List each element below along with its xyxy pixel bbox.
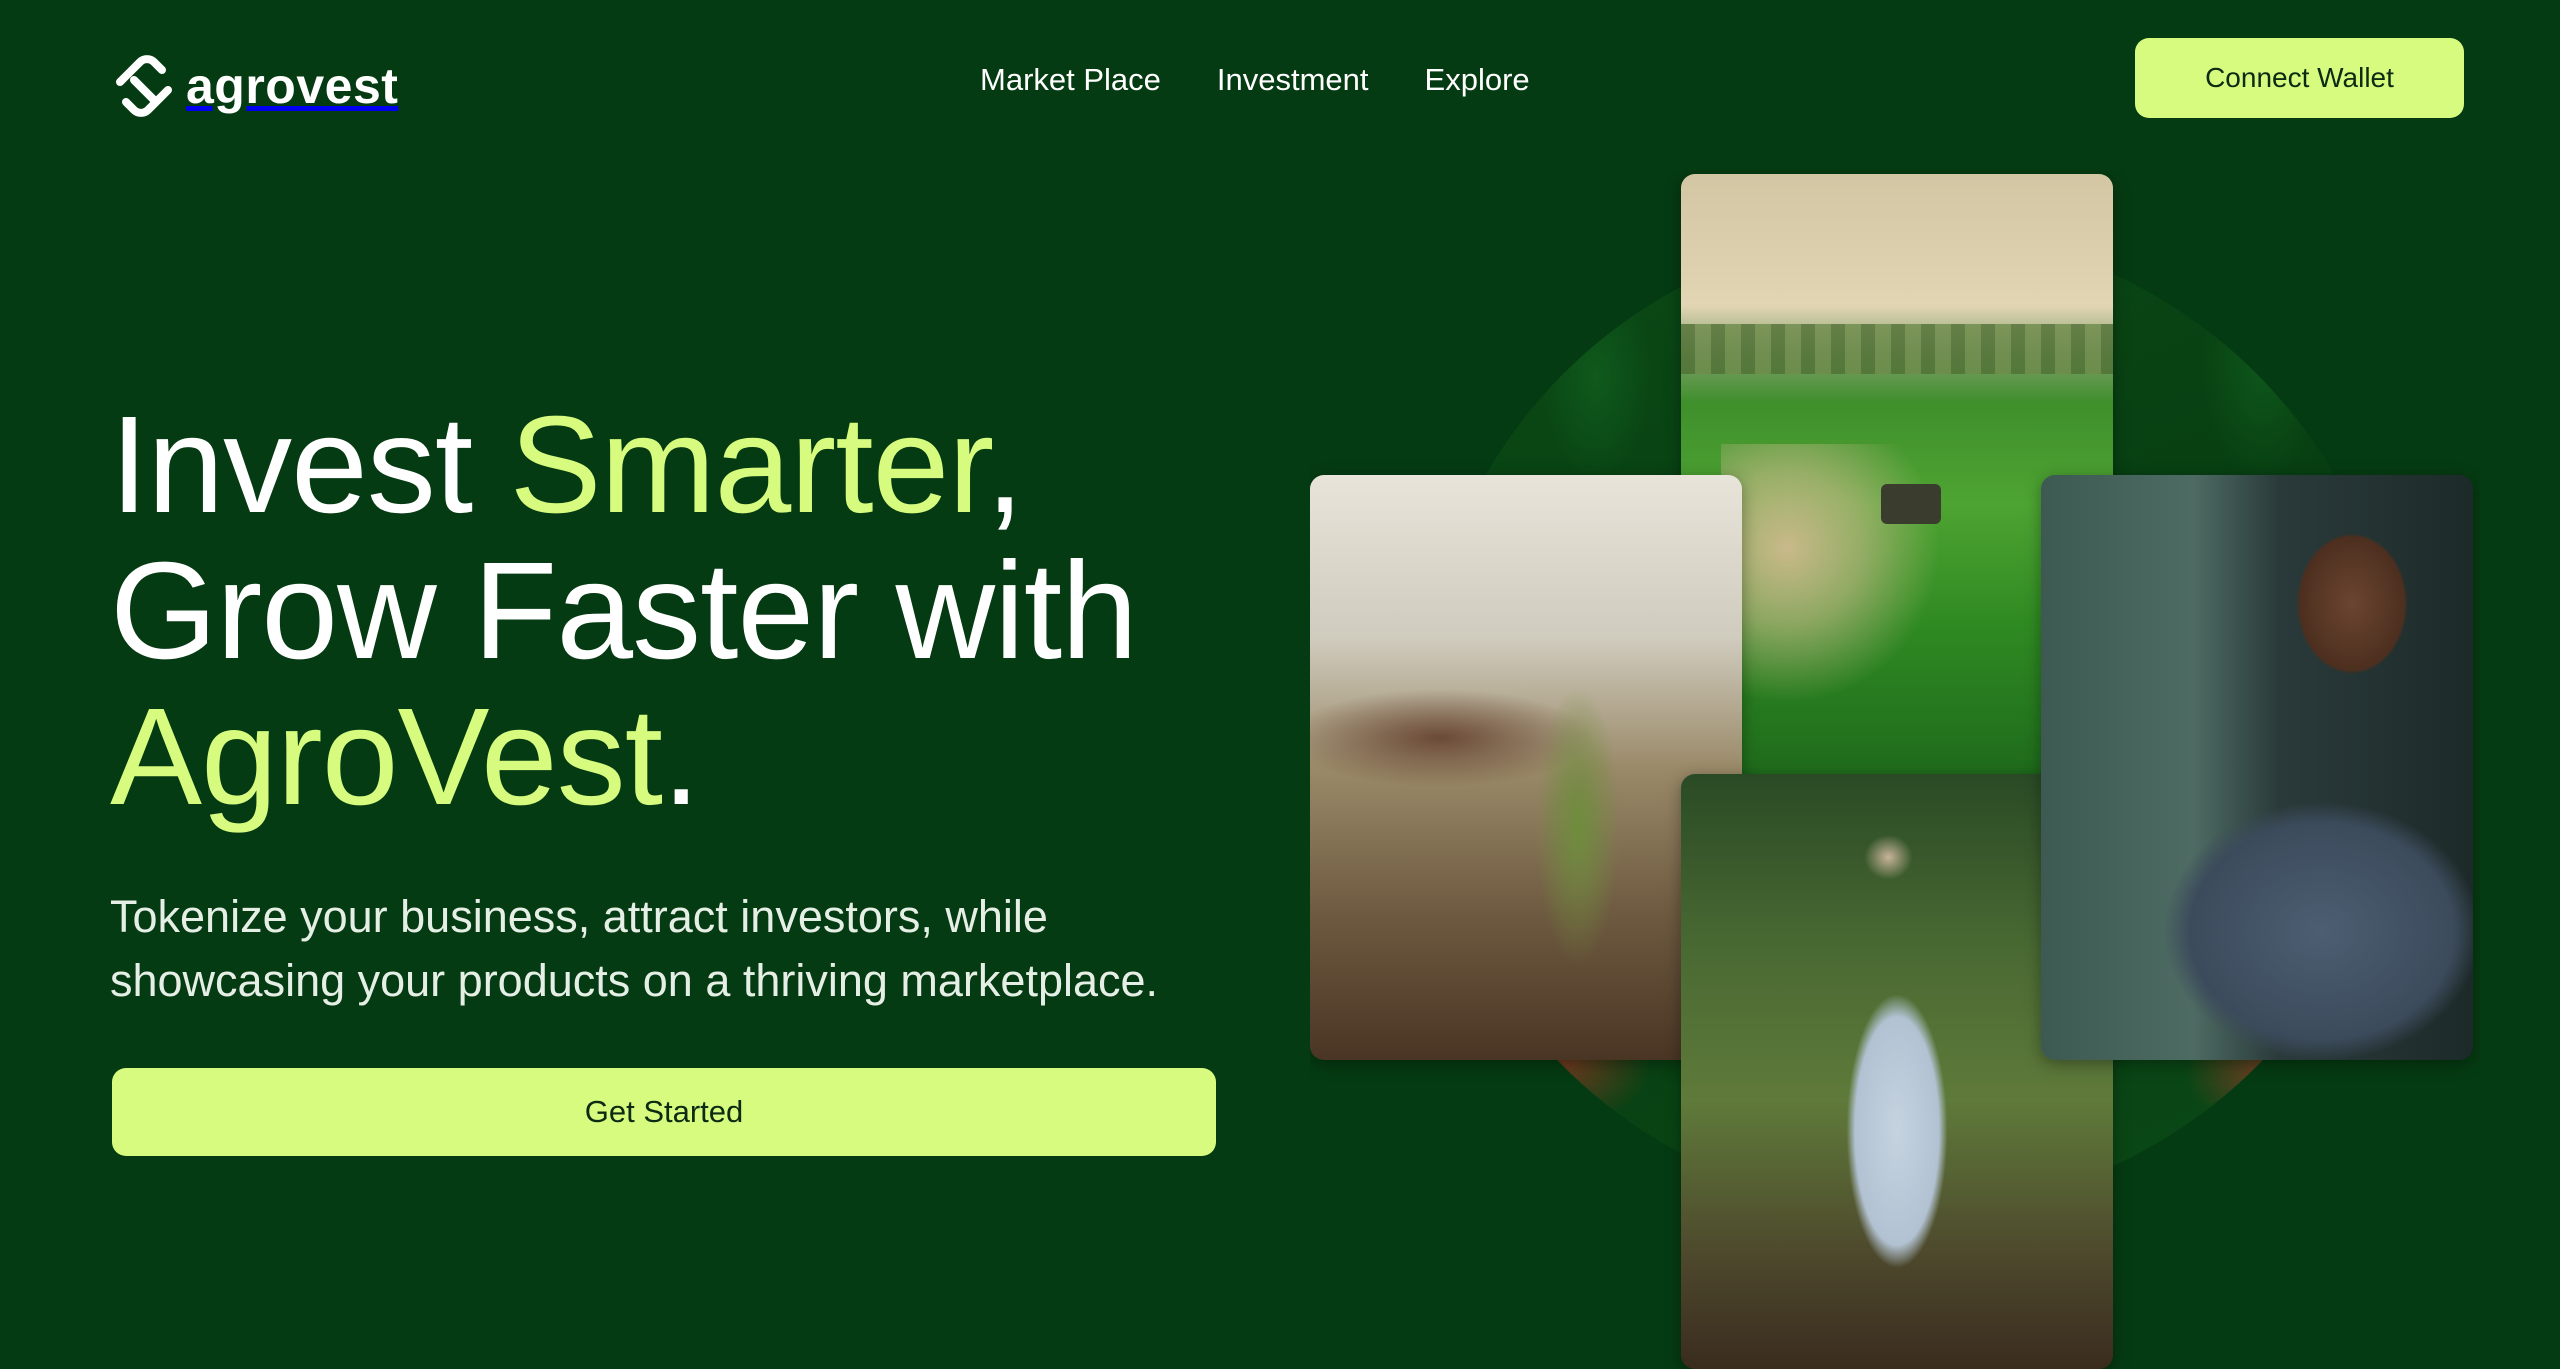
hero-subtext: Tokenize your business, attract investor…	[110, 891, 1159, 1006]
connect-wallet-button[interactable]: Connect Wallet	[2135, 38, 2464, 118]
nav-investment[interactable]: Investment	[1217, 58, 1369, 102]
hero-headline: Invest Smarter, Grow Faster with AgroVest.	[110, 392, 1138, 830]
dust-cloud	[1721, 444, 1941, 704]
hero-image-collage	[1310, 170, 2480, 1369]
nav-market-place[interactable]: Market Place	[980, 58, 1161, 102]
logo-text: agrovest	[186, 58, 399, 114]
smiling-man-image	[2041, 475, 2473, 1060]
headline-comma: ,	[985, 388, 1024, 542]
hands-planting-image	[1310, 475, 1742, 1060]
headline-brand: AgroVest	[110, 680, 663, 834]
headline-smarter: Smarter	[509, 388, 987, 542]
nav-explore[interactable]: Explore	[1425, 58, 1530, 102]
headline-line2: Grow Faster with	[110, 534, 1138, 688]
agrovest-logo-icon	[110, 52, 178, 120]
tree-line	[1681, 324, 2113, 374]
headline-invest: Invest	[110, 388, 510, 542]
main-nav: Market Place Investment Explore	[980, 58, 1530, 102]
headline-period: .	[662, 680, 700, 834]
tractor	[1881, 484, 1941, 524]
logo[interactable]: agrovest	[110, 52, 398, 120]
get-started-button[interactable]: Get Started	[112, 1068, 1216, 1156]
